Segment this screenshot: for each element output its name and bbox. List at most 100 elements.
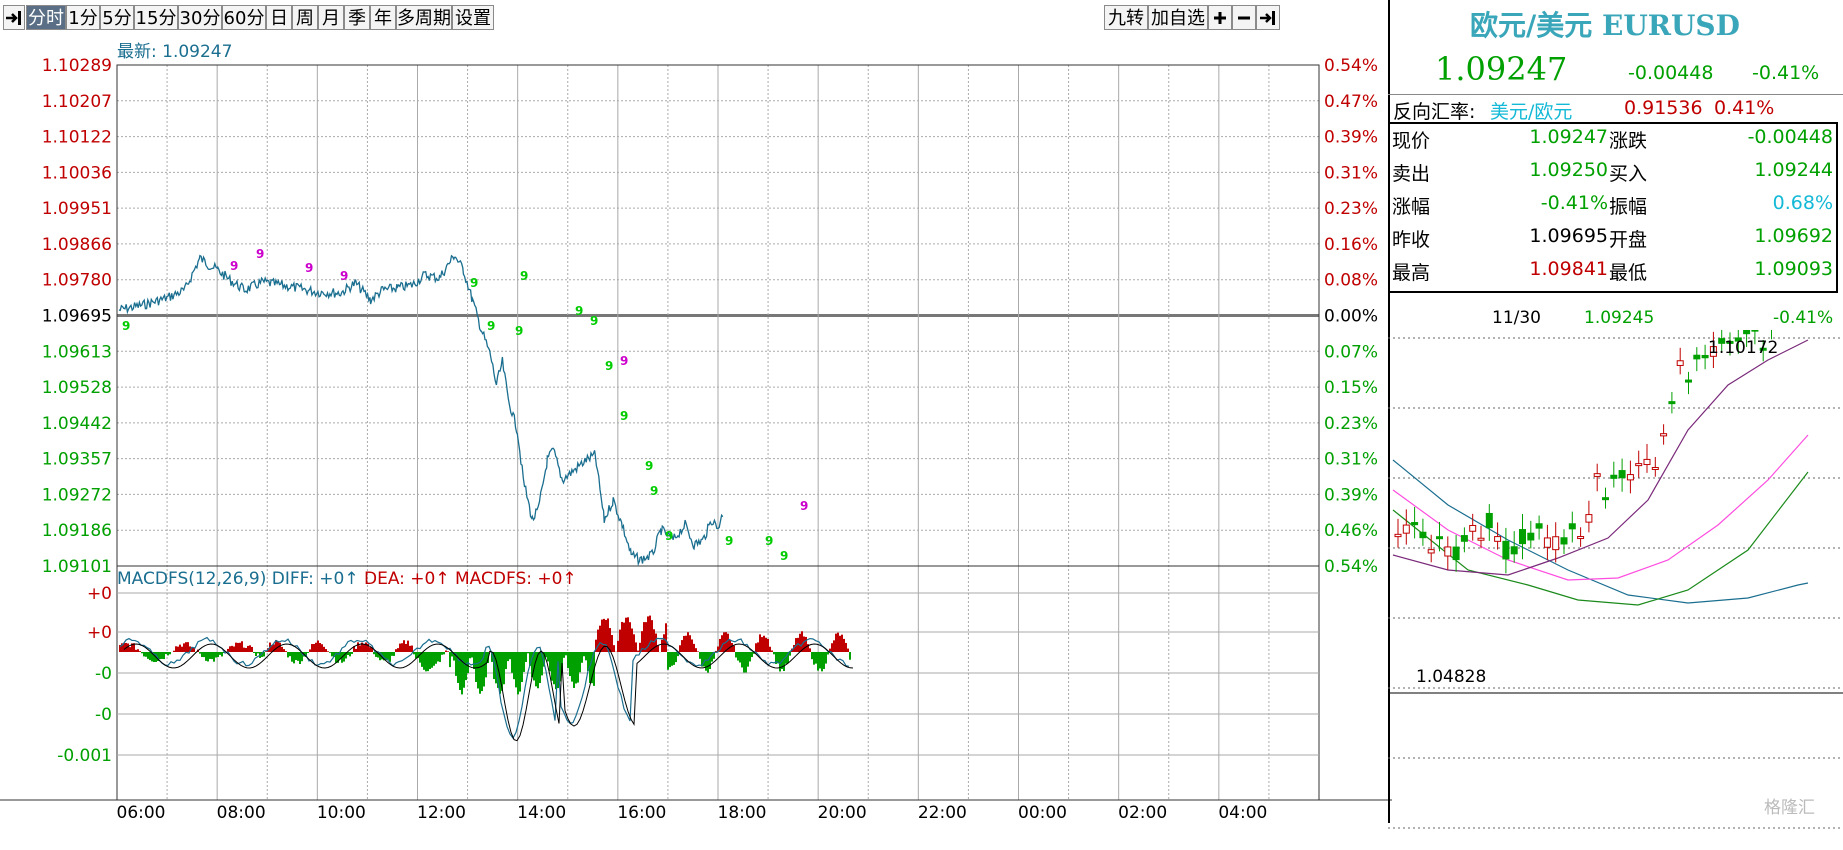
mini-chart-pct: -0.41% [1773,308,1834,328]
macd-axis-label: -0 [95,664,112,684]
pct-axis-label: 0.47% [1324,92,1378,112]
quote-value: 1.09247 [1529,126,1608,148]
time-axis-label: 12:00 [417,803,466,823]
signal-marker: 9 [520,269,528,283]
quote-label: 振幅 [1609,196,1648,218]
quote-label: 买入 [1609,163,1648,185]
signal-marker: 9 [650,484,658,498]
time-axis-label: 00:00 [1018,803,1067,823]
quote-label: 涨幅 [1392,196,1431,218]
pct-axis-label: 0.31% [1324,450,1378,470]
price-axis-label: 1.09357 [42,450,112,470]
price-axis-label: 1.09613 [42,342,112,362]
mini-high-label: 1.10172 [1708,338,1779,358]
signal-marker: 9 [515,324,523,338]
pct-axis-label: 0.39% [1324,128,1378,148]
signal-marker: 9 [605,359,613,373]
price-axis-label: 1.09780 [42,271,112,291]
time-axis-label: 02:00 [1118,803,1167,823]
signal-marker: 9 [470,276,478,290]
macd-dea: DEA: +0↑ [363,569,450,589]
reverse-price: 0.91536 [1624,97,1703,119]
signal-marker: 9 [780,549,788,563]
pct-axis-label: 0.07% [1324,342,1378,362]
price-axis-label: 1.09695 [42,307,112,327]
price-axis-label: 1.09951 [42,199,112,219]
signal-marker: 9 [725,534,733,548]
pct-axis-label: 0.46% [1324,521,1378,541]
quote-label: 最低 [1609,262,1648,284]
signal-marker: 9 [230,259,238,273]
signal-marker: 9 [575,304,583,318]
quote-label: 卖出 [1392,163,1431,185]
time-axis-label: 18:00 [718,803,767,823]
mini-chart-price: 1.09245 [1584,308,1655,328]
time-axis-label: 10:00 [317,803,366,823]
signal-marker: 9 [765,534,773,548]
daily-kline-mini-chart[interactable] [1388,330,1843,850]
quote-value: 1.09250 [1529,159,1608,181]
quote-value: 1.09093 [1754,258,1833,280]
reverse-rate-label: 反向汇率: [1393,101,1476,123]
change-value: -0.00448 [1628,62,1714,84]
mini-chart-date: 11/30 [1492,308,1541,328]
macd-legend: MACDFS(12,26,9) DIFF: +0↑ DEA: +0↑ MACDF… [117,569,577,589]
price-axis-label: 1.09272 [42,485,112,505]
signal-marker: 9 [665,529,673,543]
current-price: 1.09247 [1435,50,1568,88]
signal-marker: 9 [122,319,130,333]
quote-panel: 欧元/美元 EURUSD 1.09247 -0.00448 -0.41% 反向汇… [1388,0,1843,829]
signal-marker: 9 [620,354,628,368]
quote-label: 最高 [1392,262,1431,284]
quote-label: 昨收 [1392,229,1431,251]
price-line [118,254,724,567]
quote-value: -0.00448 [1747,126,1833,148]
signal-marker: 9 [305,261,313,275]
quote-value: 1.09841 [1529,258,1608,280]
pct-axis-label: 0.31% [1324,163,1378,183]
signal-marker: 9 [590,314,598,328]
price-grid [116,64,1319,800]
mini-low-label: 1.04828 [1416,667,1487,687]
signal-marker: 9 [620,409,628,423]
pct-axis-label: 0.08% [1324,271,1378,291]
pct-axis-label: 0.23% [1324,199,1378,219]
price-axis-label: 1.10122 [42,128,112,148]
macd-macdfs: MACDFS: +0↑ [455,569,577,589]
price-axis-label: 1.09186 [42,521,112,541]
price-axis-label: 1.09866 [42,235,112,255]
reverse-pct: 0.41% [1714,97,1775,119]
latest-price-label: 最新: 1.09247 [117,42,233,62]
signal-marker: 9 [340,269,348,283]
quote-value: 1.09695 [1529,225,1608,247]
intraday-chart[interactable]: 1.10289 0.54% 1.10207 0.47% 1.10122 0.39% 1.10… [0,0,1392,823]
pct-axis-label: 0.15% [1324,378,1378,398]
price-axis-label: 1.10289 [42,56,112,76]
pct-axis-label: 0.23% [1324,414,1378,434]
price-axis-label: 1.09101 [42,557,112,577]
change-pct: -0.41% [1752,62,1820,84]
quote-label: 现价 [1392,130,1431,152]
macd-axis-label: -0 [95,705,112,725]
time-axis-label: 08:00 [217,803,266,823]
macd-title: MACDFS(12,26,9) [117,569,267,589]
pct-axis-label: 0.39% [1324,485,1378,505]
reverse-pair-link[interactable]: 美元/欧元 [1490,97,1572,124]
macd-axis-label: -0.001 [57,746,112,766]
quote-value: -0.41% [1540,192,1608,214]
quote-value: 1.09244 [1754,159,1833,181]
signal-markers: 99999 9 99 9999 99999 9 999 [122,247,808,563]
signal-marker: 9 [800,499,808,513]
price-axis-label: 1.09442 [42,414,112,434]
quote-table: 现价 1.09247 涨跌 -0.00448 卖出 1.09250 买入 1.09244 涨幅 -… [1388,122,1838,293]
time-axis-label: 16:00 [617,803,666,823]
quote-label: 涨跌 [1609,130,1648,152]
time-axis-label: 20:00 [818,803,867,823]
time-axis-label: 06:00 [117,803,166,823]
quote-label: 开盘 [1609,229,1648,251]
watermark: 格隆汇 [1764,798,1815,818]
macd-axis-label: +0 [87,584,112,604]
price-axis-label: 1.09528 [42,378,112,398]
signal-marker: 9 [487,319,495,333]
pct-axis-label: 0.54% [1324,56,1378,76]
